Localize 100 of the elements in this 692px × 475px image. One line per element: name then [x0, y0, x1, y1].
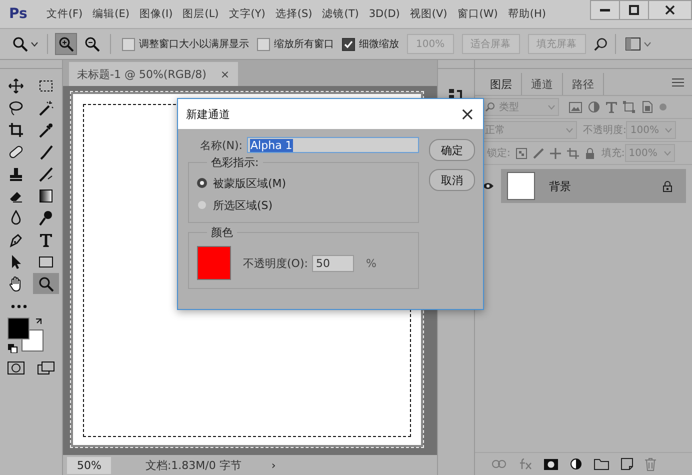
image-icon[interactable] [569, 102, 582, 112]
checkbox-label: 细微缩放 [359, 38, 399, 51]
brush-icon [38, 166, 54, 182]
caret-icon [31, 42, 38, 46]
caret-icon [644, 42, 651, 46]
menu-item[interactable]: 滤镜(T) [317, 7, 364, 21]
close-button[interactable]: × [460, 104, 475, 124]
minimize-button[interactable] [590, 0, 620, 20]
close-icon [665, 5, 675, 15]
tool-button[interactable] [33, 273, 59, 294]
dialog-button[interactable]: 取消 [429, 169, 475, 191]
caret-icon [665, 128, 672, 132]
checkbox-label: 缩放所有窗口 [274, 38, 334, 51]
opacity-field[interactable]: 50 [312, 254, 354, 272]
brush-icon[interactable] [533, 148, 544, 158]
gradient-icon [38, 188, 54, 204]
search-icon [12, 36, 28, 52]
layer-thumbnail [507, 172, 535, 200]
marquee-icon [38, 78, 54, 94]
radio-label: 所选区域(S) [213, 198, 273, 212]
menu-item[interactable]: 图像(I) [134, 7, 178, 21]
menu-item[interactable]: 选择(S) [270, 7, 318, 21]
type-icon[interactable] [606, 102, 617, 112]
lock-label: 锁定: [487, 146, 510, 160]
menu-item[interactable]: 视图(V) [404, 7, 452, 21]
tool-preset-button[interactable] [10, 34, 40, 54]
zoom-in-button[interactable] [55, 33, 77, 55]
document-info: 文档:1.83M/0 字节 [145, 458, 242, 472]
document-tab[interactable]: 未标题-1 @ 50%(RGB/8) × [69, 62, 238, 86]
dialog-button[interactable]: 确定 [429, 139, 475, 161]
quick-mask-icon[interactable] [7, 361, 25, 375]
name-label: 名称(N): [200, 138, 243, 152]
zoom-in-icon [58, 36, 74, 52]
radio-button[interactable] [197, 200, 207, 210]
fill-label: 填充: [601, 146, 625, 160]
magic-wand-icon [38, 100, 54, 116]
panel-tab[interactable]: 路径 [563, 73, 604, 95]
crop-icon [8, 122, 24, 138]
opacity-label: 不透明度: [583, 124, 626, 137]
color-swatch[interactable] [197, 246, 231, 280]
status-menu-arrow[interactable]: › [271, 458, 276, 472]
radio-label: 被蒙版区域(M) [213, 176, 286, 190]
more-icon[interactable] [10, 304, 28, 309]
menu-item[interactable]: 文字(Y) [224, 7, 270, 21]
new-layer-icon[interactable] [621, 458, 633, 470]
panel-icon [624, 37, 641, 51]
dialog-title: 新建通道 [186, 106, 230, 122]
toggle-dot-icon[interactable] [659, 103, 667, 111]
search-icon[interactable] [594, 37, 608, 51]
opacity-label: 不透明度(O): [243, 256, 308, 270]
mask-icon[interactable] [544, 458, 558, 470]
transform-icon[interactable] [623, 101, 635, 113]
name-field[interactable]: Alpha 1 [246, 137, 419, 153]
search-icon [485, 102, 495, 112]
dodge-icon [38, 210, 54, 226]
search-icon [38, 276, 54, 292]
brush-icon [38, 144, 54, 160]
smart-object-icon[interactable] [641, 101, 653, 113]
menu-item[interactable]: 编辑(E) [88, 7, 134, 21]
menu-icon[interactable] [672, 78, 684, 86]
checkbox-label: 调整窗口大小以满屏显示 [139, 38, 249, 51]
layer-row[interactable]: 背景 [501, 169, 686, 203]
lock-icon[interactable] [585, 148, 596, 158]
pen-icon [8, 232, 24, 248]
menu-item[interactable]: 文件(F) [41, 7, 88, 21]
panel-tab[interactable]: 通道 [522, 73, 563, 95]
caret-icon [548, 104, 555, 110]
caret-icon [566, 128, 573, 132]
screen-mode-icon[interactable] [37, 361, 55, 375]
menu-item[interactable]: 图层(L) [178, 7, 224, 21]
group-legend: 颜色 [207, 225, 237, 240]
group-legend: 色彩指示: [207, 155, 263, 170]
lasso-icon [8, 100, 24, 116]
folder-icon[interactable] [594, 458, 609, 470]
workspace-button[interactable] [622, 35, 653, 53]
type-icon [38, 232, 54, 248]
menu-item[interactable]: 帮助(H) [502, 7, 551, 21]
zoom-field[interactable]: 50% [67, 456, 112, 474]
half-circle-icon[interactable] [570, 458, 582, 470]
crop-icon[interactable] [567, 148, 580, 158]
zoom-out-icon [84, 36, 100, 52]
maximize-icon [629, 5, 639, 15]
checkbox[interactable] [122, 38, 135, 50]
caret-icon [664, 150, 671, 156]
menu-item[interactable]: 3D(D) [364, 8, 405, 20]
maximize-button[interactable] [619, 0, 649, 20]
stamp-icon [8, 166, 24, 182]
layer-name: 背景 [549, 178, 571, 194]
menu-item[interactable]: 窗口(W) [452, 7, 503, 21]
minimize-icon [600, 8, 610, 12]
rectangle-icon [38, 254, 54, 270]
checkbox[interactable] [342, 38, 355, 50]
unit-label: % [366, 256, 376, 270]
move-icon [8, 78, 24, 94]
checker-icon[interactable] [516, 148, 528, 158]
eyedropper-icon [38, 122, 54, 138]
radio-button[interactable] [197, 178, 207, 188]
move-icon[interactable] [550, 148, 562, 158]
close-button[interactable] [648, 0, 692, 20]
checkbox[interactable] [257, 38, 270, 50]
